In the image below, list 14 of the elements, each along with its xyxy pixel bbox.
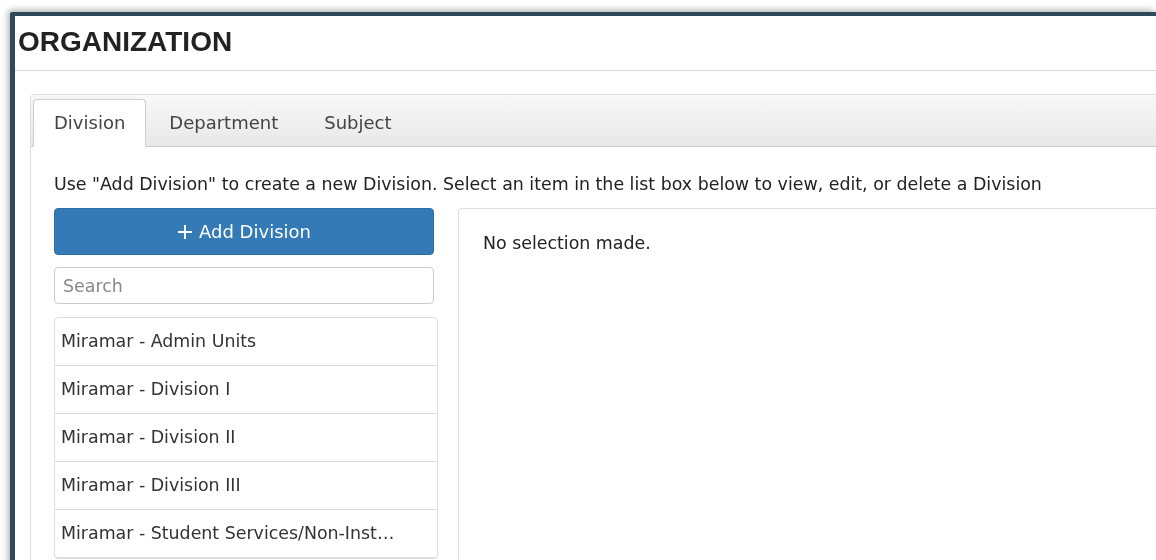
no-selection-text: No selection made.: [482, 232, 652, 253]
tab[interactable]: Division: [33, 99, 147, 147]
page-title: ORGANIZATION: [15, 16, 1156, 71]
search-field[interactable]: Search: [54, 267, 434, 304]
plus-icon: [177, 223, 194, 240]
tab[interactable]: Department: [146, 99, 302, 147]
tab[interactable]: Subject: [301, 99, 415, 147]
instructions-text: Use "Add Division" to create a new Division. Select an item in the list box below to view, edit, or delete a Division: [54, 173, 1043, 195]
division-list-item[interactable]: Miramar - Division III: [55, 462, 437, 510]
division-list-item[interactable]: Miramar - Division II: [55, 414, 437, 462]
division-list-item[interactable]: Miramar - Division I: [55, 366, 437, 414]
add-division-button[interactable]: Add Division: [54, 208, 434, 255]
division-list-item[interactable]: Miramar - Admin Units: [55, 318, 437, 366]
division-list-item[interactable]: Miramar - Student Services/Non-Inst…: [55, 510, 437, 558]
